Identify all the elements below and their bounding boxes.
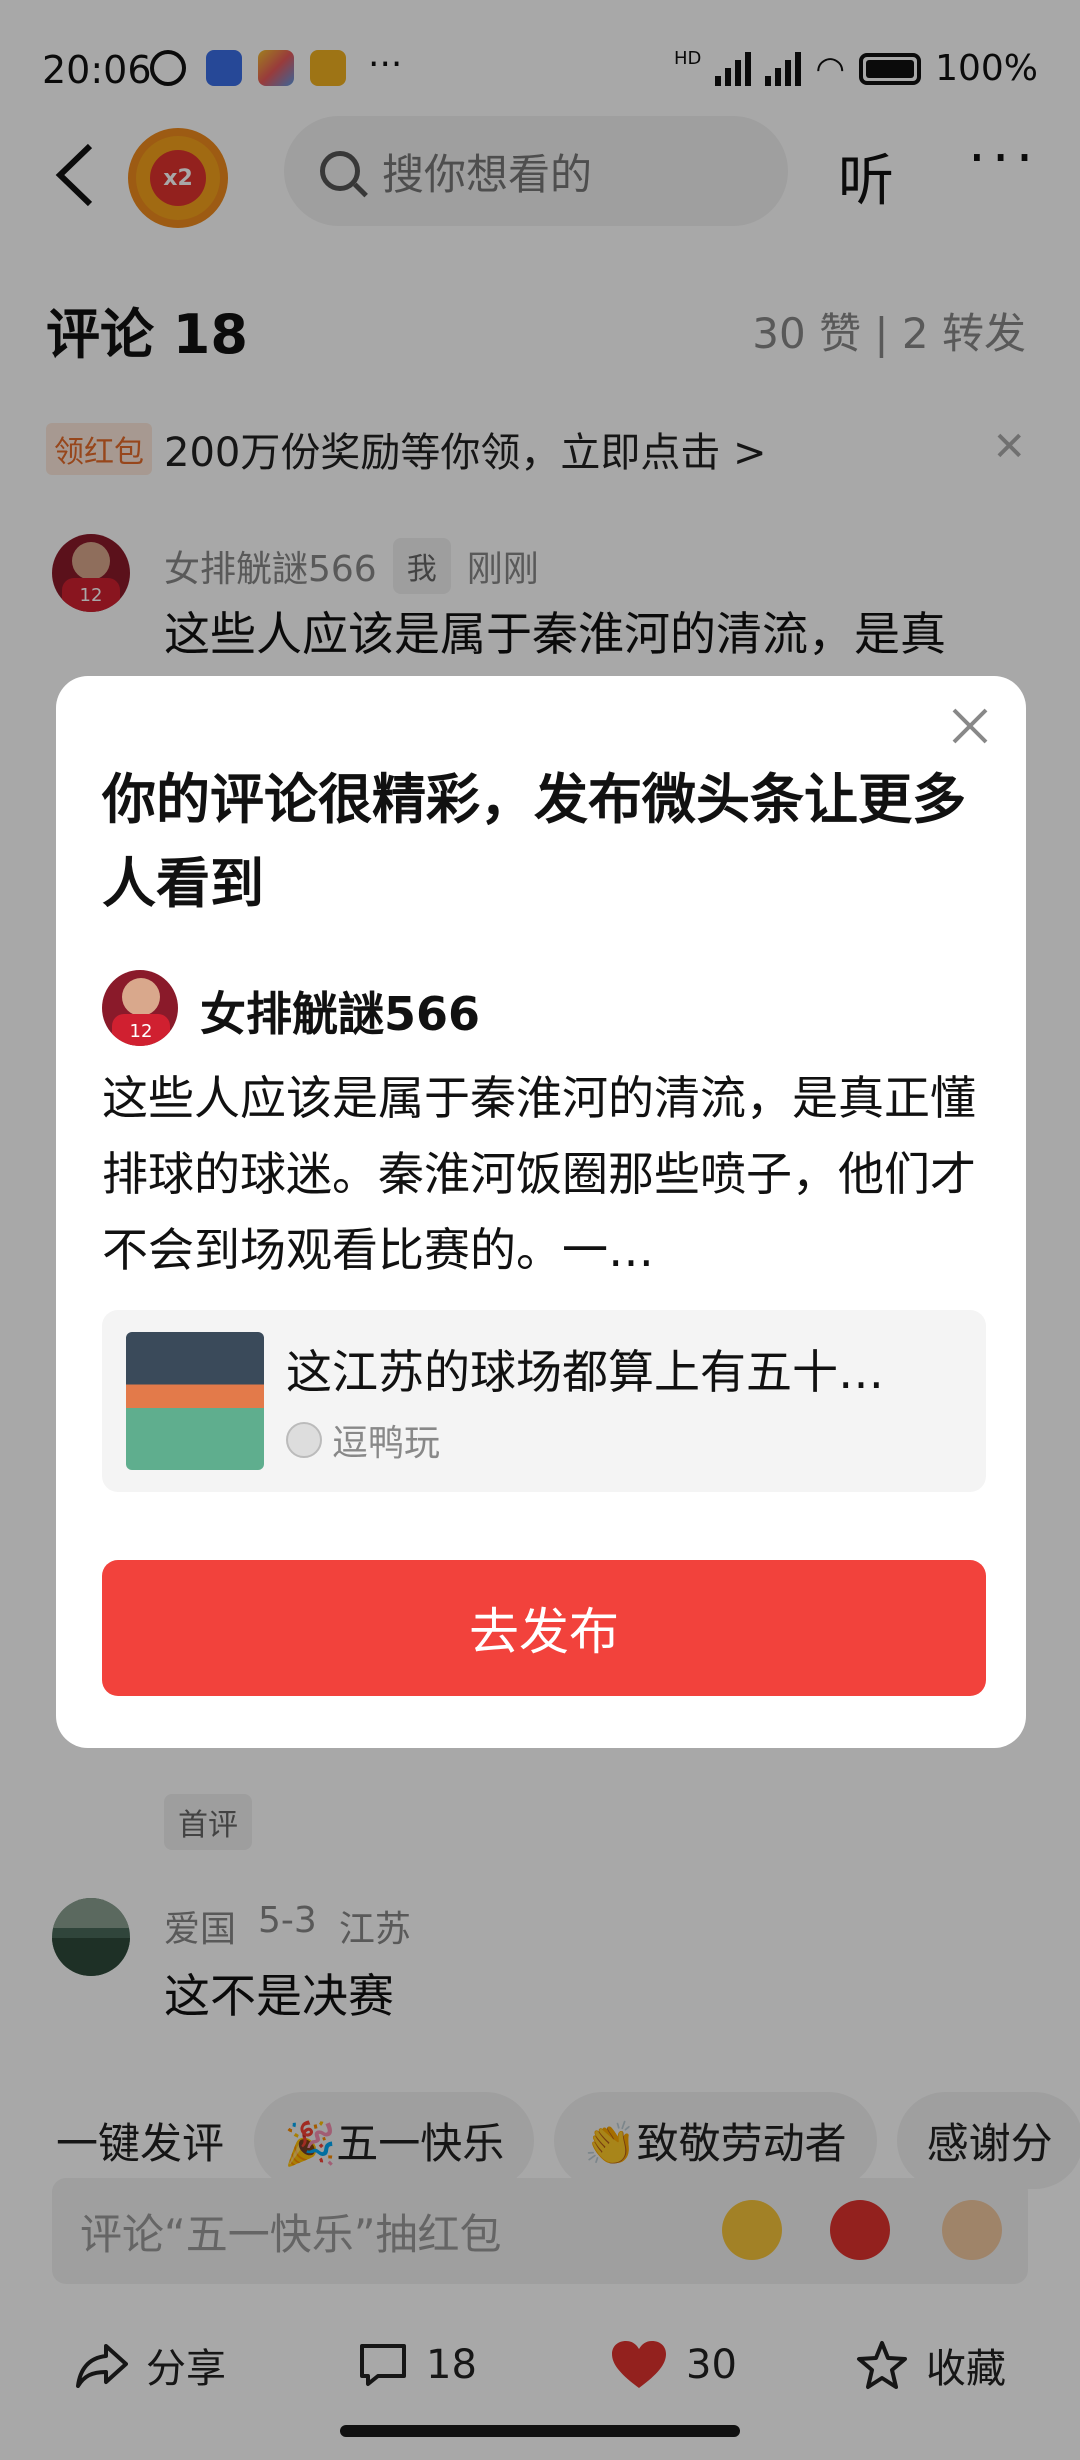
source-name: 逗鸭玩 xyxy=(332,1423,441,1464)
article-source: 逗鸭玩 xyxy=(286,1414,440,1466)
close-icon[interactable] xyxy=(948,704,992,748)
article-thumbnail xyxy=(126,1332,264,1470)
home-indicator[interactable] xyxy=(340,2425,740,2437)
dialog-user-name: 女排觥謎566 xyxy=(200,987,481,1041)
avatar xyxy=(102,970,178,1046)
source-avatar-icon xyxy=(286,1422,322,1458)
linked-article-card[interactable]: 这江苏的球场都算上有五十… 逗鸭玩 xyxy=(102,1310,986,1492)
publish-dialog: 你的评论很精彩，发布微头条让更多人看到 女排觥謎566 这些人应该是属于秦淮河的… xyxy=(56,676,1026,1748)
dialog-title: 你的评论很精彩，发布微头条让更多人看到 xyxy=(102,768,966,915)
dialog-comment-text: 这些人应该是属于秦淮河的清流，是真正懂排球的球迷。秦淮河饭圈那些喷子，他们才不会… xyxy=(102,1071,976,1277)
article-title: 这江苏的球场都算上有五十… xyxy=(286,1345,884,1399)
publish-button[interactable]: 去发布 xyxy=(102,1560,986,1696)
